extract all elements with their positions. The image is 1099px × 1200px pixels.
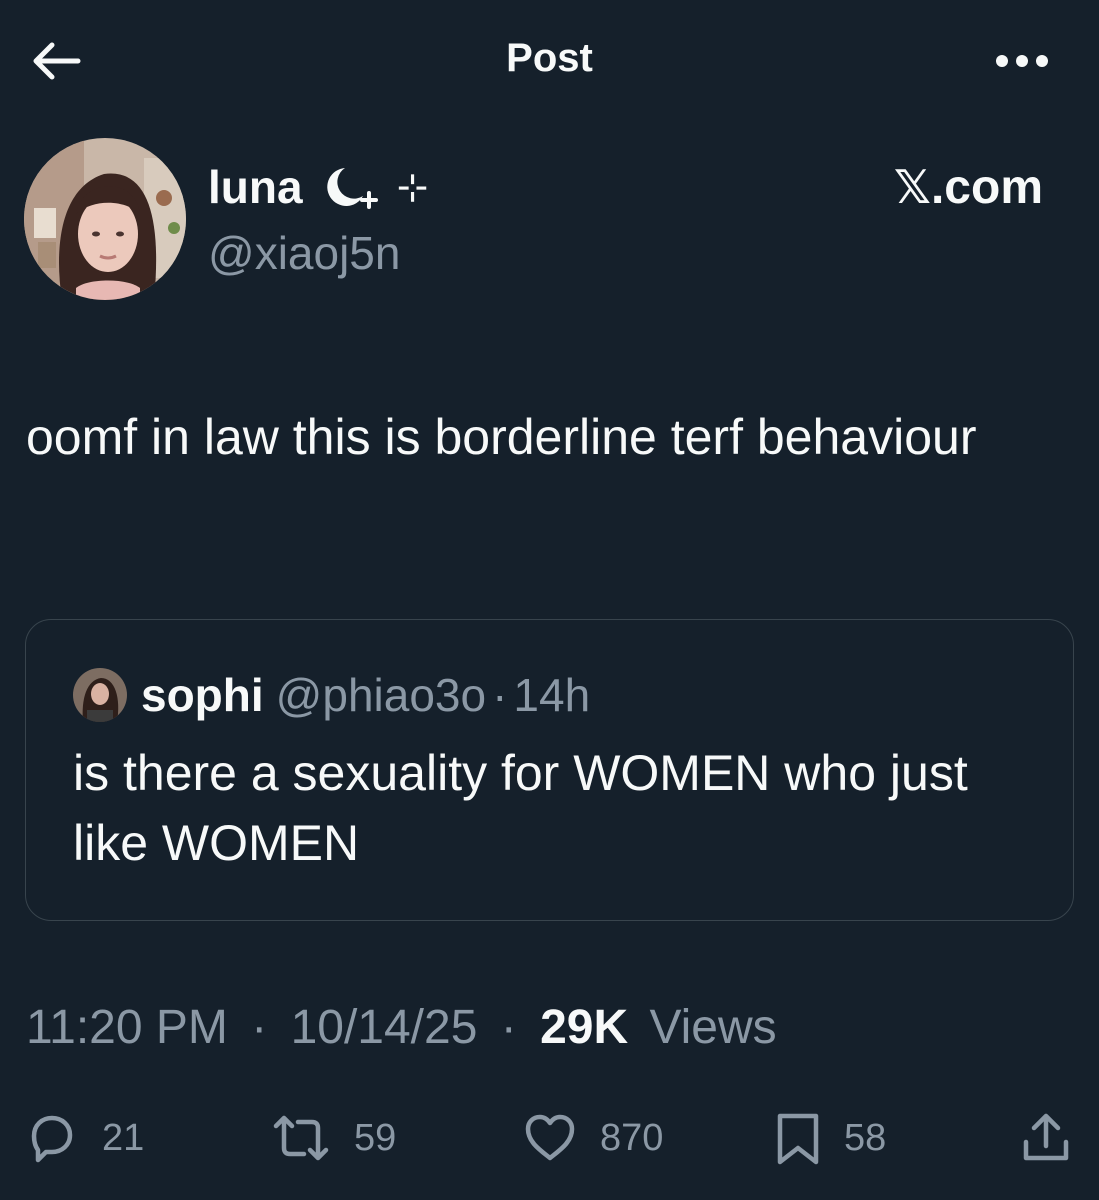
quote-author-name: sophi xyxy=(141,669,264,721)
reply-count: 21 xyxy=(102,1116,145,1159)
quote-text: is there a sexuality for WOMEN who just … xyxy=(73,745,968,871)
meta-separator: · xyxy=(251,1001,268,1054)
site-watermark: 𝕏 .com xyxy=(894,160,1043,215)
tweet-date[interactable]: 10/14/25 xyxy=(291,1001,478,1054)
quote-timestamp: 14h xyxy=(513,669,591,721)
ellipsis-icon xyxy=(996,55,1048,67)
like-count: 870 xyxy=(600,1116,664,1159)
author-name[interactable]: luna ⊹ xyxy=(208,160,428,214)
repost-button[interactable]: 59 xyxy=(270,1106,396,1170)
quote-author-handle: @phiao3o xyxy=(275,669,487,721)
quote-separator: · xyxy=(492,669,508,721)
action-bar: 21 59 870 58 xyxy=(0,1106,1099,1170)
share-icon xyxy=(1023,1113,1069,1161)
tweet-meta: 11:20 PM · 10/14/25 · 29K Views xyxy=(26,1000,777,1055)
repost-icon xyxy=(273,1115,329,1161)
share-button[interactable] xyxy=(1018,1106,1074,1170)
views-label: Views xyxy=(649,1001,777,1054)
heart-icon xyxy=(525,1114,575,1161)
repost-count: 59 xyxy=(354,1116,397,1159)
quote-header: sophi @phiao3o · 14h xyxy=(73,668,590,722)
author-avatar[interactable] xyxy=(24,138,186,300)
avatar-photo xyxy=(24,138,186,300)
views-count: 29K xyxy=(540,1001,629,1054)
reply-icon xyxy=(31,1115,73,1163)
quote-avatar-photo xyxy=(73,668,127,722)
reply-button[interactable]: 21 xyxy=(24,1106,144,1170)
tweet-time[interactable]: 11:20 PM xyxy=(26,1001,228,1054)
bookmark-button[interactable]: 58 xyxy=(774,1106,886,1170)
like-button[interactable]: 870 xyxy=(522,1106,663,1170)
quote-author-avatar xyxy=(73,668,127,722)
author-display-name: luna xyxy=(208,161,303,213)
crescent-moon-icon xyxy=(326,168,378,209)
sparkle-decoration: ⊹ xyxy=(396,166,429,209)
watermark-text: .com xyxy=(930,161,1043,214)
top-bar: Post xyxy=(0,0,1099,120)
quoted-tweet-card[interactable]: sophi @phiao3o · 14h is there a sexualit… xyxy=(25,619,1074,921)
more-options-button[interactable] xyxy=(990,36,1054,86)
bookmark-count: 58 xyxy=(844,1116,887,1159)
x-logo: 𝕏 xyxy=(893,160,931,214)
bookmark-icon xyxy=(777,1113,819,1165)
meta-separator: · xyxy=(500,1001,517,1054)
author-handle[interactable]: @xiaoj5n xyxy=(208,226,400,280)
tweet-text: oomf in law this is borderline terf beha… xyxy=(26,409,977,465)
page-title: Post xyxy=(506,36,593,80)
